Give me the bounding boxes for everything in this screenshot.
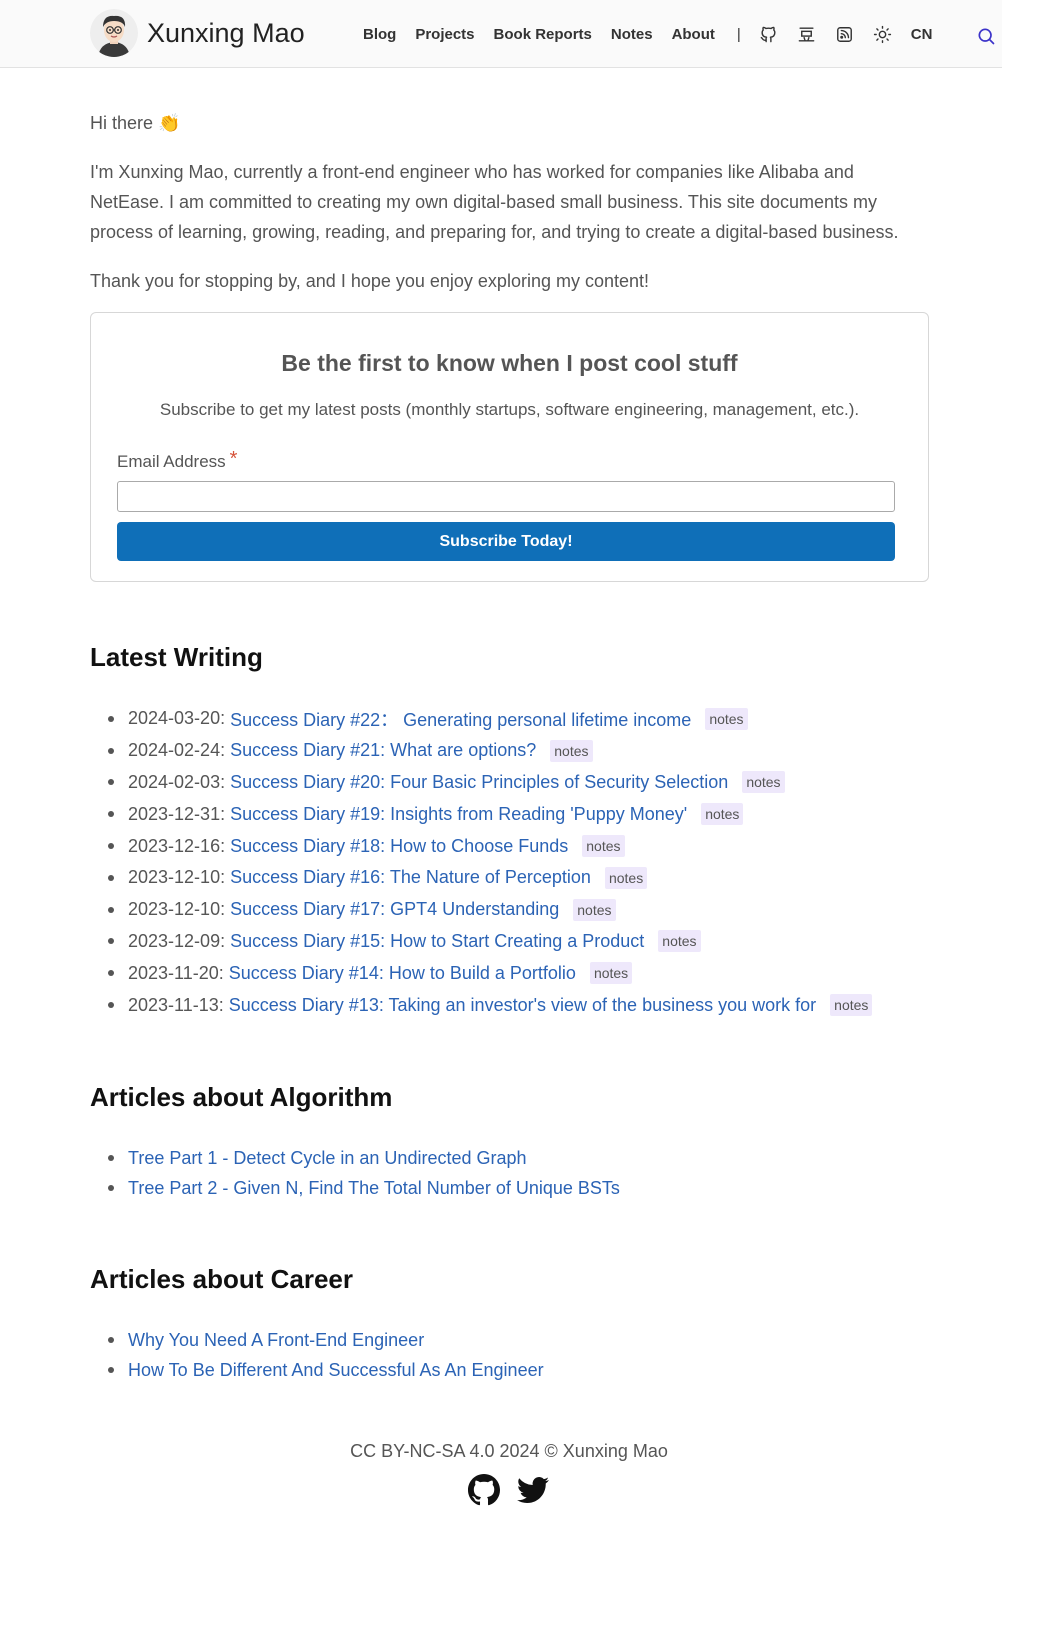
site-name: Xunxing Mao [147, 17, 305, 48]
list-item: 2023-12-10: Success Diary #16: The Natur… [90, 862, 872, 894]
nav-book-reports[interactable]: Book Reports [494, 26, 592, 43]
required-mark: * [229, 448, 238, 470]
list-item: 2023-12-09: Success Diary #15: How to St… [90, 926, 872, 958]
theme-toggle-icon[interactable] [873, 24, 893, 44]
post-date: 2023-11-20: [128, 962, 224, 983]
post-link[interactable]: Success Diary #22： Generating personal l… [230, 706, 691, 732]
post-link[interactable]: Success Diary #21: What are options? [230, 740, 536, 761]
thanks-text: Thank you for stopping by, and I hope yo… [90, 271, 650, 291]
article-link[interactable]: Tree Part 1 - Detect Cycle in an Undirec… [128, 1148, 527, 1169]
tag-badge[interactable]: notes [550, 739, 593, 762]
list-item: 2023-12-10: Success Diary #17: GPT4 Unde… [90, 894, 872, 926]
list-item: 2023-12-31: Success Diary #19: Insights … [90, 798, 872, 830]
post-date: 2023-11-13: [128, 994, 224, 1015]
nav-about[interactable]: About [672, 26, 715, 43]
nav-blog[interactable]: Blog [363, 26, 396, 43]
post-link[interactable]: Success Diary #18: How to Choose Funds [230, 836, 568, 857]
list-item: 2023-11-20: Success Diary #14: How to Bu… [90, 957, 872, 989]
list-item: How To Be Different And Successful As An… [90, 1355, 544, 1385]
latest-writing-list: 2024-03-20: Success Diary #22： Generatin… [90, 703, 873, 1021]
post-date: 2024-02-24: [128, 740, 226, 761]
algorithm-heading: Articles about Algorithm [90, 1082, 393, 1112]
twitter-icon[interactable] [517, 1474, 549, 1506]
post-link[interactable]: Success Diary #14: How to Build a Portfo… [229, 963, 576, 984]
tag-badge[interactable]: notes [742, 771, 785, 794]
tag-badge[interactable]: notes [830, 994, 873, 1017]
github-icon[interactable] [759, 24, 779, 44]
post-date: 2024-02-03: [128, 771, 226, 792]
post-date: 2023-12-16: [128, 835, 226, 856]
tag-badge[interactable]: notes [658, 930, 701, 953]
email-field[interactable] [117, 481, 895, 512]
tag-badge[interactable]: notes [582, 835, 625, 858]
search-icon[interactable] [976, 26, 996, 46]
career-heading: Articles about Career [90, 1264, 353, 1294]
email-label-text: Email Address [117, 452, 226, 471]
post-date: 2023-12-10: [128, 867, 226, 888]
post-date: 2024-03-20: [128, 708, 226, 729]
post-link[interactable]: Success Diary #15: How to Start Creating… [230, 931, 644, 952]
algorithm-list: Tree Part 1 - Detect Cycle in an Undirec… [90, 1143, 620, 1203]
list-item: Tree Part 1 - Detect Cycle in an Undirec… [90, 1143, 620, 1173]
list-item: Tree Part 2 - Given N, Find The Total Nu… [90, 1173, 620, 1203]
article-link[interactable]: How To Be Different And Successful As An… [128, 1360, 544, 1381]
subscribe-form: Be the first to know when I post cool st… [90, 312, 929, 582]
list-item: 2024-02-24: Success Diary #21: What are … [90, 735, 872, 767]
tag-badge[interactable]: notes [701, 803, 744, 826]
language-toggle[interactable]: CN [911, 26, 933, 43]
list-item: 2024-02-03: Success Diary #20: Four Basi… [90, 767, 872, 799]
nav-notes[interactable]: Notes [611, 26, 653, 43]
post-link[interactable]: Success Diary #20: Four Basic Principles… [230, 772, 728, 793]
avatar [90, 9, 138, 57]
nav-separator: | [736, 25, 741, 43]
subscribe-description: Subscribe to get my latest posts (monthl… [159, 400, 860, 419]
post-link[interactable]: Success Diary #17: GPT4 Understanding [230, 899, 559, 920]
list-item: 2023-12-16: Success Diary #18: How to Ch… [90, 830, 872, 862]
douban-icon[interactable] [797, 24, 817, 44]
email-label: Email Address * [117, 448, 237, 475]
rss-icon[interactable] [835, 24, 855, 44]
article-link[interactable]: Why You Need A Front-End Engineer [128, 1330, 424, 1351]
subscribe-title: Be the first to know when I post cool st… [281, 350, 738, 376]
main-nav: Blog Projects Book Reports Notes About | [363, 22, 932, 46]
career-list: Why You Need A Front-End Engineer How To… [90, 1325, 544, 1385]
github-icon[interactable] [468, 1474, 500, 1506]
list-item: 2023-11-13: Success Diary #13: Taking an… [90, 989, 873, 1021]
article-link[interactable]: Tree Part 2 - Given N, Find The Total Nu… [128, 1178, 620, 1199]
main-content: Hi there 👏 I'm Xunxing Mao, currently a … [90, 108, 929, 582]
tag-badge[interactable]: notes [589, 962, 633, 985]
list-item: 2024-03-20: Success Diary #22： Generatin… [90, 703, 872, 735]
tag-badge[interactable]: notes [604, 866, 648, 889]
post-link[interactable]: Success Diary #13: Taking an investor's … [229, 995, 816, 1016]
tag-badge[interactable]: notes [705, 707, 748, 730]
footer-copyright: CC BY-NC-SA 4.0 2024 © Xunxing Mao [350, 1441, 668, 1461]
latest-writing-heading: Latest Writing [90, 642, 263, 672]
post-date: 2023-12-10: [128, 899, 226, 920]
post-link[interactable]: Success Diary #16: The Nature of Percept… [230, 867, 591, 888]
list-item: Why You Need A Front-End Engineer [90, 1325, 544, 1355]
post-date: 2023-12-09: [128, 930, 226, 951]
bio: I'm Xunxing Mao, currently a front-end e… [90, 162, 899, 242]
tag-badge[interactable]: notes [573, 898, 616, 921]
site-header: Xunxing Mao Blog Projects Book Reports N… [0, 0, 1002, 68]
post-link[interactable]: Success Diary #19: Insights from Reading… [230, 804, 687, 825]
greeting: Hi there 👏 [90, 113, 181, 133]
post-date: 2023-12-31: [128, 803, 226, 824]
subscribe-button[interactable]: Subscribe Today! [117, 522, 895, 561]
site-home-link[interactable]: Xunxing Mao [90, 9, 305, 57]
nav-projects[interactable]: Projects [415, 26, 474, 43]
